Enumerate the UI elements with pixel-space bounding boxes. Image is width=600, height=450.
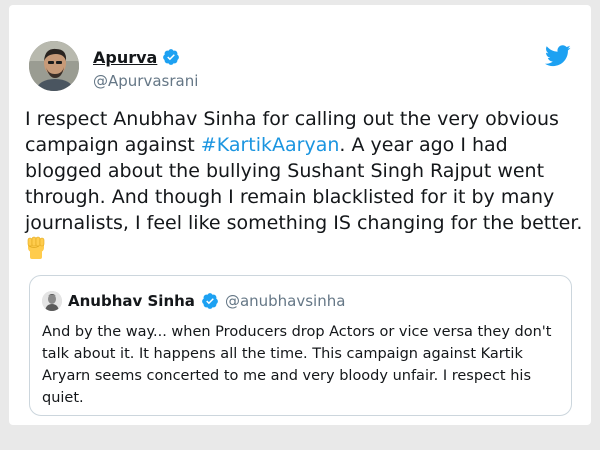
twitter-bird-icon[interactable]	[545, 45, 571, 67]
raised-fist-emoji	[27, 236, 45, 259]
quoted-tweet-header: Anubhav Sinha @anubhavsinha	[42, 290, 345, 312]
author-handle[interactable]: @Apurvasrani	[93, 72, 198, 90]
hashtag-link[interactable]: #KartikAaryan	[201, 134, 340, 156]
verified-badge-icon	[163, 49, 180, 65]
quoted-author-avatar[interactable]	[42, 291, 62, 311]
tweet-card: Apurva @Apurvasrani I respect Anubhav Si…	[9, 5, 591, 425]
quoted-author-name[interactable]: Anubhav Sinha	[68, 292, 195, 310]
author-name[interactable]: Apurva	[93, 48, 157, 67]
tweet-text: I respect Anubhav Sinha for calling out …	[25, 106, 585, 262]
author-avatar[interactable]	[29, 41, 79, 91]
verified-badge-icon	[202, 293, 218, 309]
author-info: Apurva @Apurvasrani	[93, 46, 198, 91]
quoted-tweet-text: And by the way... when Producers drop Ac…	[42, 324, 552, 406]
quoted-author-handle[interactable]: @anubhavsinha	[225, 292, 346, 310]
tweet-header: Apurva @Apurvasrani	[25, 41, 575, 91]
quoted-tweet[interactable]: Anubhav Sinha @anubhavsinha And by the w…	[29, 275, 572, 416]
